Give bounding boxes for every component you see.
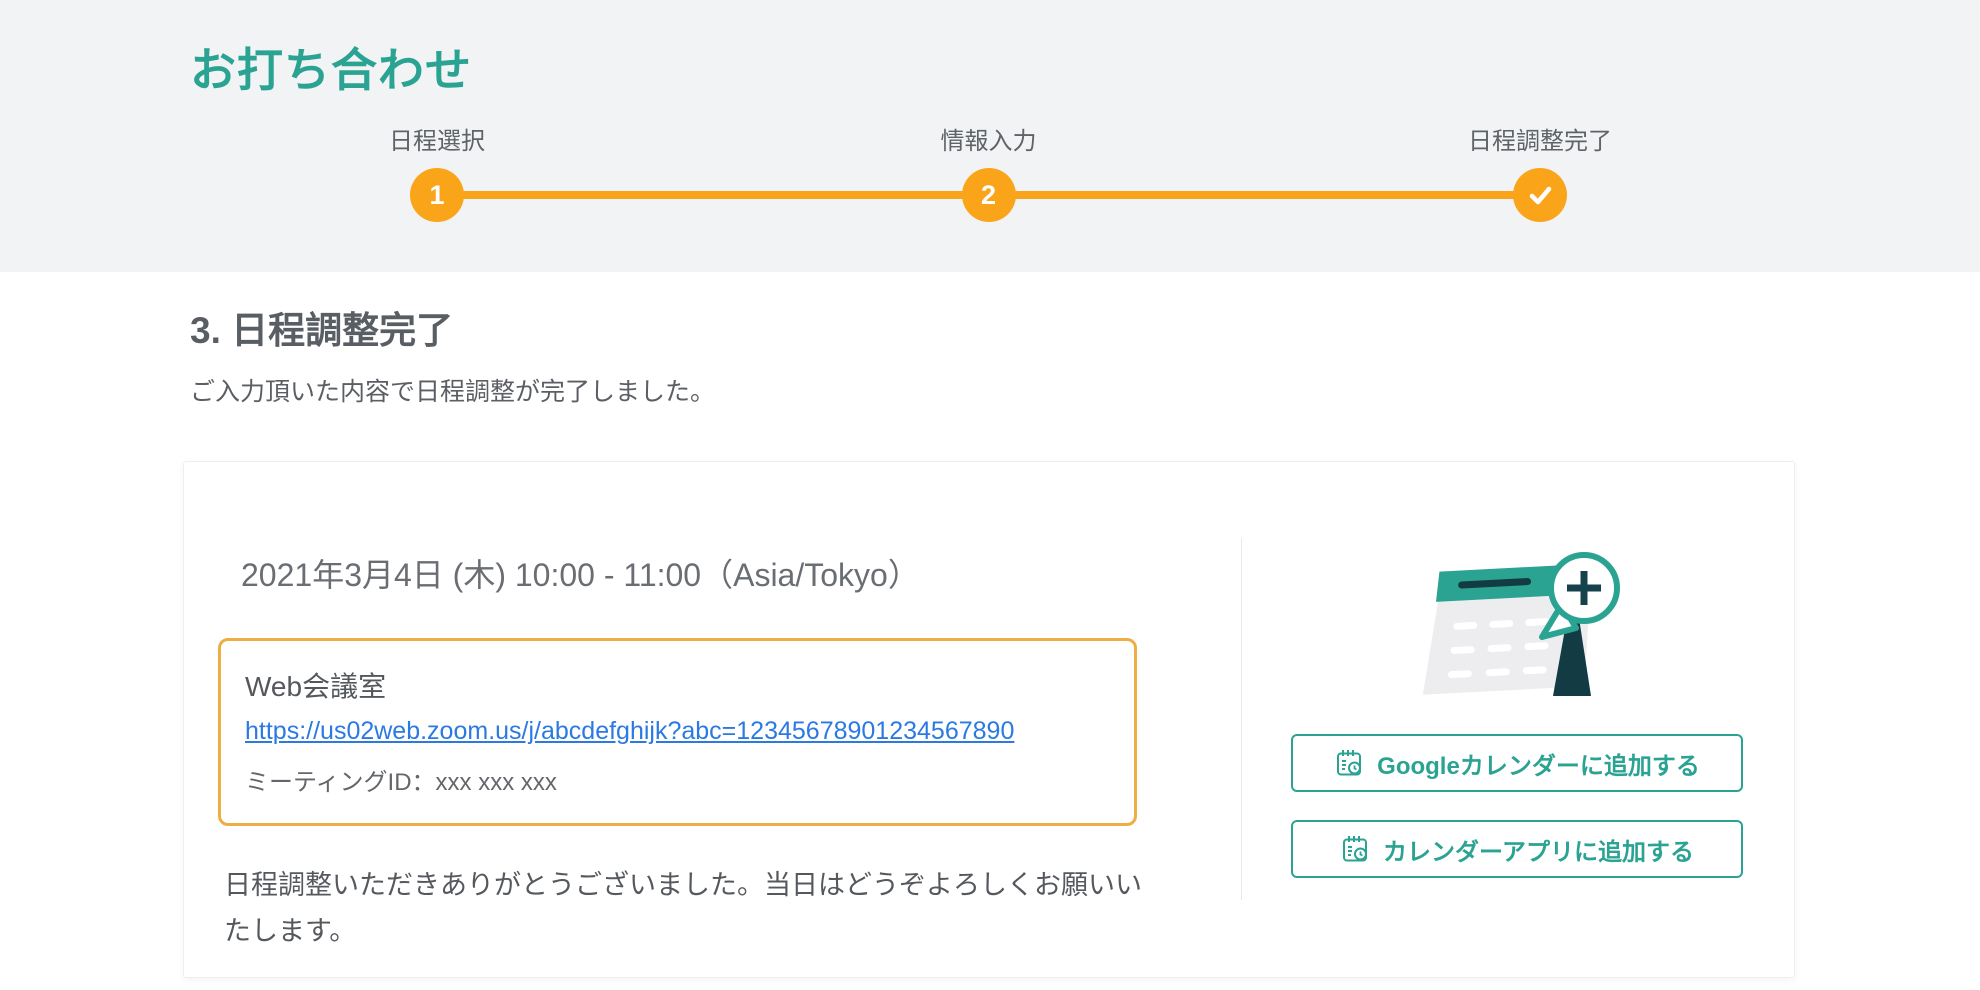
step-complete: 日程調整完了 <box>1440 126 1640 222</box>
meeting-room-title: Web会議室 <box>245 671 387 702</box>
section-heading: 3. 日程調整完了 <box>190 310 454 351</box>
calendar-clock-icon <box>1334 748 1364 778</box>
zoom-meeting-link[interactable]: https://us02web.zoom.us/j/abcdefghijk?ab… <box>245 717 1014 746</box>
button-label: カレンダーアプリに追加する <box>1382 838 1695 866</box>
step-label: 日程調整完了 <box>1468 128 1612 155</box>
step-info-input: 情報入力 2 <box>889 126 1089 222</box>
step-label: 日程選択 <box>389 128 485 155</box>
add-to-google-calendar-button[interactable]: Googleカレンダーに追加する <box>1291 734 1743 792</box>
step-label: 情報入力 <box>940 128 1037 155</box>
check-icon <box>1513 168 1567 222</box>
confirmation-card: 2021年3月4日 (木) 10:00 - 11:00（Asia/Tokyo） … <box>183 461 1795 978</box>
section-description: ご入力頂いた内容で日程調整が完了しました。 <box>190 378 716 406</box>
add-to-calendar-app-button[interactable]: カレンダーアプリに追加する <box>1291 820 1743 878</box>
step-number-badge: 2 <box>961 168 1016 222</box>
progress-stepper: 日程選択 1 情報入力 2 日程調整完了 <box>337 126 1640 222</box>
meeting-datetime: 2021年3月4日 (木) 10:00 - 11:00（Asia/Tokyo） <box>241 557 920 593</box>
calendar-add-illustration-icon <box>1416 538 1646 708</box>
web-meeting-box: Web会議室 https://us02web.zoom.us/j/abcdefg… <box>218 638 1137 826</box>
page-header: お打ち合わせ 日程選択 1 情報入力 2 日程調整完了 <box>0 0 1980 272</box>
thanks-message: 日程調整いただきありがとうございました。当日はどうぞよろしくお願いいたします。 <box>224 870 1142 946</box>
calendar-clock-icon <box>1340 834 1370 864</box>
meeting-id: ミーティングID：xxx xxx xxx <box>245 769 557 796</box>
meeting-details-panel: 2021年3月4日 (木) 10:00 - 11:00（Asia/Tokyo） … <box>184 462 1240 977</box>
vertical-divider <box>1241 538 1242 900</box>
page-title: お打ち合わせ <box>190 44 472 96</box>
calendar-actions-panel: Googleカレンダーに追加する カレンダーアプリに追加する <box>1240 462 1794 977</box>
step-schedule-select: 日程選択 1 <box>337 126 537 222</box>
button-label: Googleカレンダーに追加する <box>1377 752 1700 780</box>
step-number-badge: 1 <box>410 168 464 222</box>
screen: お打ち合わせ 日程選択 1 情報入力 2 日程調整完了 3. 日程調整完了 ご入… <box>0 0 1980 990</box>
